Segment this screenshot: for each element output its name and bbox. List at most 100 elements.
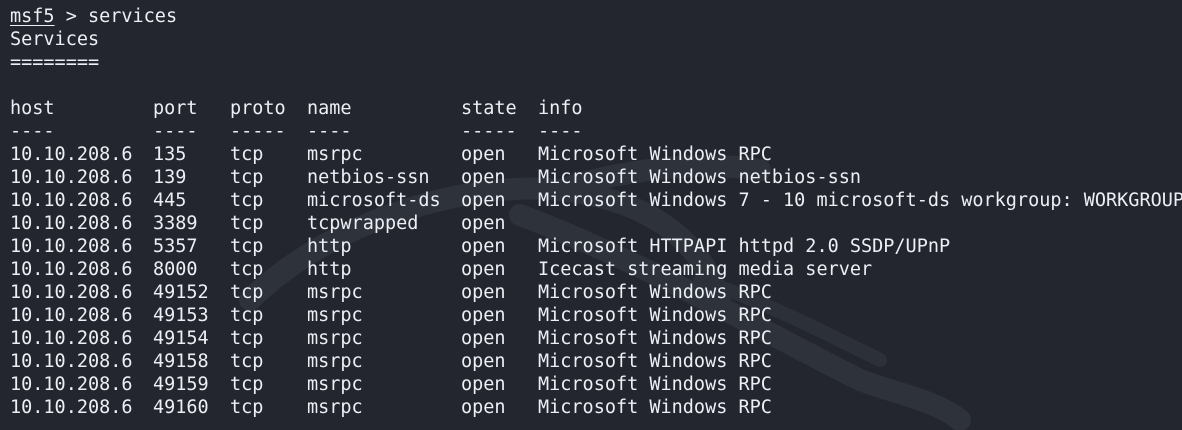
table-row: 10.10.208.6 445 tcp microsoft-ds open Mi… [10, 189, 1182, 212]
cell-proto: tcp [230, 236, 264, 257]
cell-state: open [461, 167, 506, 188]
table-row: 10.10.208.6 3389 tcp tcpwrapped open [10, 212, 1182, 235]
cell-info: Microsoft Windows netbios-ssn [538, 167, 862, 188]
prompt-symbol: > [54, 6, 88, 27]
table-header: host port proto name state info [10, 97, 1182, 120]
terminal-output: msf5 > services Services ======== host p… [10, 5, 1182, 419]
table-row: 10.10.208.6 49153 tcp msrpc open Microso… [10, 304, 1182, 327]
cell-host: 10.10.208.6 [10, 397, 133, 418]
column-header-host: host [10, 98, 55, 119]
cell-state: open [461, 328, 506, 349]
cell-name: http [307, 236, 352, 257]
table-row: 10.10.208.6 8000 tcp http open Icecast s… [10, 258, 1182, 281]
cell-port: 49153 [153, 305, 209, 326]
table-row: 10.10.208.6 49160 tcp msrpc open Microso… [10, 396, 1182, 419]
cell-port: 139 [153, 167, 187, 188]
column-header-state: state [461, 98, 517, 119]
cell-info: Microsoft Windows RPC [538, 282, 772, 303]
cell-info: Icecast streaming media server [538, 259, 873, 280]
separator-state: ----- [461, 121, 517, 142]
cell-state: open [461, 282, 506, 303]
cell-info: Microsoft Windows RPC [538, 328, 772, 349]
cell-host: 10.10.208.6 [10, 167, 133, 188]
cell-info: Microsoft Windows 7 - 10 microsoft-ds wo… [538, 190, 1182, 211]
cell-port: 49152 [153, 282, 209, 303]
cell-host: 10.10.208.6 [10, 259, 133, 280]
cell-port: 445 [153, 190, 187, 211]
cell-port: 5357 [153, 236, 198, 257]
terminal-window[interactable]: msf5 > services Services ======== host p… [0, 0, 1182, 430]
cell-name: tcpwrapped [307, 213, 419, 234]
cell-proto: tcp [230, 167, 264, 188]
cell-name: msrpc [307, 328, 363, 349]
cell-name: netbios-ssn [307, 167, 430, 188]
command-line: msf5 > services [10, 5, 1182, 28]
cell-proto: tcp [230, 190, 264, 211]
cell-info: Microsoft Windows RPC [538, 351, 772, 372]
cell-state: open [461, 397, 506, 418]
cell-host: 10.10.208.6 [10, 190, 133, 211]
column-header-port: port [153, 98, 198, 119]
table-row: 10.10.208.6 5357 tcp http open Microsoft… [10, 235, 1182, 258]
cell-proto: tcp [230, 282, 264, 303]
cell-state: open [461, 190, 506, 211]
cell-info: Microsoft HTTPAPI httpd 2.0 SSDP/UPnP [538, 236, 951, 257]
table-row: 10.10.208.6 49154 tcp msrpc open Microso… [10, 327, 1182, 350]
cell-host: 10.10.208.6 [10, 213, 133, 234]
cell-state: open [461, 305, 506, 326]
command-text: services [87, 6, 178, 27]
table-row: 10.10.208.6 49152 tcp msrpc open Microso… [10, 281, 1182, 304]
cell-state: open [461, 374, 506, 395]
cell-host: 10.10.208.6 [10, 374, 133, 395]
table-row: 10.10.208.6 49159 tcp msrpc open Microso… [10, 373, 1182, 396]
cell-host: 10.10.208.6 [10, 351, 133, 372]
cell-name: msrpc [307, 351, 363, 372]
cell-state: open [461, 351, 506, 372]
column-header-proto: proto [230, 98, 286, 119]
table-row: 10.10.208.6 49158 tcp msrpc open Microso… [10, 350, 1182, 373]
table-separator: ---- ---- ----- ---- ----- ---- [10, 120, 1182, 143]
cell-state: open [461, 144, 506, 165]
cell-name: msrpc [307, 282, 363, 303]
separator-proto: ----- [230, 121, 286, 142]
column-header-info: info [538, 98, 583, 119]
cell-state: open [461, 259, 506, 280]
cell-info: Microsoft Windows RPC [538, 144, 772, 165]
separator-host: ---- [10, 121, 55, 142]
table-row: 10.10.208.6 135 tcp msrpc open Microsoft… [10, 143, 1182, 166]
section-underline: ======== [10, 52, 100, 73]
cell-host: 10.10.208.6 [10, 236, 133, 257]
cell-name: microsoft-ds [307, 190, 441, 211]
separator-name: ---- [307, 121, 352, 142]
cell-name: msrpc [307, 305, 363, 326]
cell-proto: tcp [230, 328, 264, 349]
cell-port: 135 [153, 144, 187, 165]
cell-port: 49160 [153, 397, 209, 418]
cell-info: Microsoft Windows RPC [538, 305, 772, 326]
cell-state: open [461, 213, 506, 234]
cell-proto: tcp [230, 397, 264, 418]
section-title: Services [10, 29, 100, 50]
cell-proto: tcp [230, 259, 264, 280]
cell-port: 49154 [153, 328, 209, 349]
table-row: 10.10.208.6 139 tcp netbios-ssn open Mic… [10, 166, 1182, 189]
separator-port: ---- [153, 121, 198, 142]
separator-info: ---- [538, 121, 583, 142]
cell-host: 10.10.208.6 [10, 282, 133, 303]
cell-info: Microsoft Windows RPC [538, 374, 772, 395]
cell-proto: tcp [230, 305, 264, 326]
cell-port: 49158 [153, 351, 209, 372]
cell-proto: tcp [230, 374, 264, 395]
cell-info: Microsoft Windows RPC [538, 397, 772, 418]
prompt-name: msf5 [10, 6, 55, 27]
cell-state: open [461, 236, 506, 257]
cell-proto: tcp [230, 144, 264, 165]
cell-host: 10.10.208.6 [10, 328, 133, 349]
cell-name: msrpc [307, 397, 363, 418]
cell-name: msrpc [307, 374, 363, 395]
cell-port: 49159 [153, 374, 209, 395]
cell-port: 3389 [153, 213, 198, 234]
column-header-name: name [307, 98, 352, 119]
cell-proto: tcp [230, 213, 264, 234]
